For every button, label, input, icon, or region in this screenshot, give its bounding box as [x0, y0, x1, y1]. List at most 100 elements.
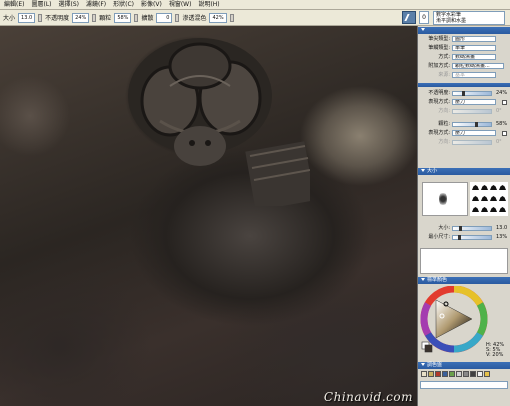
opacity-row: 不透明度: 24% — [420, 90, 509, 97]
grain-slider-knob[interactable] — [475, 122, 478, 127]
color-swatch[interactable] — [470, 371, 476, 377]
grain-expression-label: 表現方式: — [428, 130, 450, 136]
opacity-direction-row: 方向: 0° — [420, 108, 509, 115]
color-section-header[interactable]: 標準顏色 — [418, 277, 510, 284]
grain-input[interactable]: 58% — [114, 12, 132, 23]
dab-profile-icon[interactable] — [499, 207, 506, 212]
source-label: 來源: — [438, 72, 450, 78]
opacity-expression-select[interactable]: 壓力 — [452, 99, 496, 105]
dab-profile-icon[interactable] — [499, 185, 506, 190]
color-swatch[interactable] — [442, 371, 448, 377]
min-size-label: 最小尺寸: — [428, 234, 450, 240]
color-swatch[interactable] — [484, 371, 490, 377]
panel-header[interactable] — [418, 27, 510, 34]
sub-method-select[interactable]: 顆粒數碼濕畫... — [452, 63, 504, 69]
color-section-title: 標準顏色 — [427, 277, 448, 283]
opacity-direction-label: 方向: — [438, 108, 450, 114]
size-stepper[interactable] — [38, 13, 43, 22]
painting-canvas[interactable]: Chinavid.com — [0, 26, 417, 406]
swatch-section-header[interactable]: 調色盤 — [418, 362, 510, 369]
dab-profile-icon[interactable] — [490, 207, 497, 212]
expand-input[interactable]: 0 — [156, 12, 173, 23]
stroke-category-label: 筆觸類型: — [428, 45, 450, 51]
menu-shapes[interactable]: 形狀(C) — [113, 0, 134, 10]
color-picker[interactable]: H: 42% S: 5% V: 20% — [420, 285, 508, 358]
grain-invert-checkbox[interactable] — [502, 131, 507, 136]
dab-profile-icon[interactable] — [472, 196, 479, 201]
dab-profile-icon[interactable] — [481, 196, 488, 201]
size-section-header[interactable]: 大小 — [418, 168, 510, 175]
grain-label: 顆粒 — [99, 15, 112, 22]
menu-help[interactable]: 說明(H) — [198, 0, 219, 10]
size-slider-knob[interactable] — [459, 226, 462, 231]
method-select[interactable]: 數碼濕畫 — [452, 54, 496, 60]
min-size-row: 最小尺寸: 13% — [420, 234, 509, 241]
size-label: 大小: — [438, 225, 450, 231]
menu-layers[interactable]: 圖層(L) — [31, 0, 51, 10]
stroke-type-select[interactable]: 圓形 — [452, 36, 496, 42]
min-size-slider-knob[interactable] — [458, 235, 461, 240]
dab-profile-icon[interactable] — [499, 196, 506, 201]
swatch-name-field[interactable] — [420, 381, 508, 389]
dab-profile-icon[interactable] — [490, 196, 497, 201]
min-size-value: 13% — [496, 234, 508, 240]
opacity-slider[interactable] — [452, 91, 492, 96]
expand-stepper[interactable] — [175, 13, 180, 22]
brush-category-button[interactable]: 0 — [419, 11, 429, 24]
property-bar: 大小 13.0 不透明度 24% 顆粒 58% 擴散 0 渗透混色 42% — [0, 10, 395, 26]
min-size-slider[interactable] — [452, 235, 492, 240]
size-slider[interactable] — [452, 226, 492, 231]
color-swatch[interactable] — [421, 371, 427, 377]
color-swatch[interactable] — [456, 371, 462, 377]
color-v-value: V: 20% — [486, 352, 504, 358]
sub-method-row: 附加方式: 顆粒數碼濕畫... — [420, 63, 509, 70]
size-label: 大小 — [3, 15, 16, 22]
color-swatch[interactable] — [463, 371, 469, 377]
stroke-category-row: 筆觸類型: 單筆 — [420, 45, 509, 52]
source-select[interactable]: 基本 — [452, 72, 496, 78]
size-input[interactable]: 13.0 — [18, 12, 36, 23]
dab-profile-icon[interactable] — [472, 185, 479, 190]
color-swatch[interactable] — [449, 371, 455, 377]
color-swatches — [421, 371, 509, 378]
grain-slider[interactable] — [452, 122, 492, 127]
opacity-invert-checkbox[interactable] — [502, 100, 507, 105]
color-swatch[interactable] — [477, 371, 483, 377]
grain-expression-select[interactable]: 壓力 — [452, 130, 496, 136]
grain-direction-slider[interactable] — [452, 140, 492, 145]
brush-properties-panel: 筆尖類型: 圓形 筆觸類型: 單筆 方式: 數碼濕畫 附加方式: 顆粒數碼濕畫.… — [417, 26, 510, 406]
blend-input[interactable]: 42% — [209, 12, 227, 23]
dab-profile-icon[interactable] — [481, 185, 488, 190]
menu-effects[interactable]: 濾鏡(F) — [86, 0, 106, 10]
armored-warrior-painting — [128, 38, 310, 206]
color-swatch[interactable] — [428, 371, 434, 377]
menu-edit[interactable]: 編輯(E) — [4, 0, 24, 10]
opacity-slider-knob[interactable] — [462, 91, 465, 96]
sub-method-label: 附加方式: — [428, 63, 450, 69]
color-collapse-icon — [421, 278, 425, 281]
opacity-direction-value: 0° — [496, 108, 502, 114]
opacity-stepper[interactable] — [92, 13, 97, 22]
grain-row: 顆粒: 58% — [420, 121, 509, 128]
brush-dab-preview — [422, 182, 468, 216]
grain-expression-row: 表現方式: 壓力 — [420, 130, 509, 137]
menu-movie[interactable]: 影像(V) — [141, 0, 162, 10]
empty-palette-area — [420, 248, 508, 274]
dab-profile-icon[interactable] — [472, 207, 479, 212]
opacity-direction-slider[interactable] — [452, 109, 492, 114]
menu-select[interactable]: 選擇(S) — [59, 0, 80, 10]
stroke-category-select[interactable]: 單筆 — [452, 45, 496, 51]
blend-stepper[interactable] — [229, 13, 234, 22]
dab-profile-icon[interactable] — [490, 185, 497, 190]
menu-window[interactable]: 視窗(W) — [169, 0, 192, 10]
brush-variant-dropdown[interactable]: 數字水彩筆 漸平調和水墨 — [433, 11, 505, 25]
opacity-input[interactable]: 24% — [72, 12, 90, 23]
color-swatch[interactable] — [435, 371, 441, 377]
expand-label: 擴散 — [141, 15, 154, 22]
stroke-type-row: 筆尖類型: 圓形 — [420, 36, 509, 43]
brush-tool-icon[interactable] — [402, 11, 416, 24]
dab-profile-icon[interactable] — [481, 207, 488, 212]
grain-stepper[interactable] — [134, 13, 139, 22]
blend-label: 渗透混色 — [182, 15, 207, 22]
section-divider — [418, 83, 510, 87]
